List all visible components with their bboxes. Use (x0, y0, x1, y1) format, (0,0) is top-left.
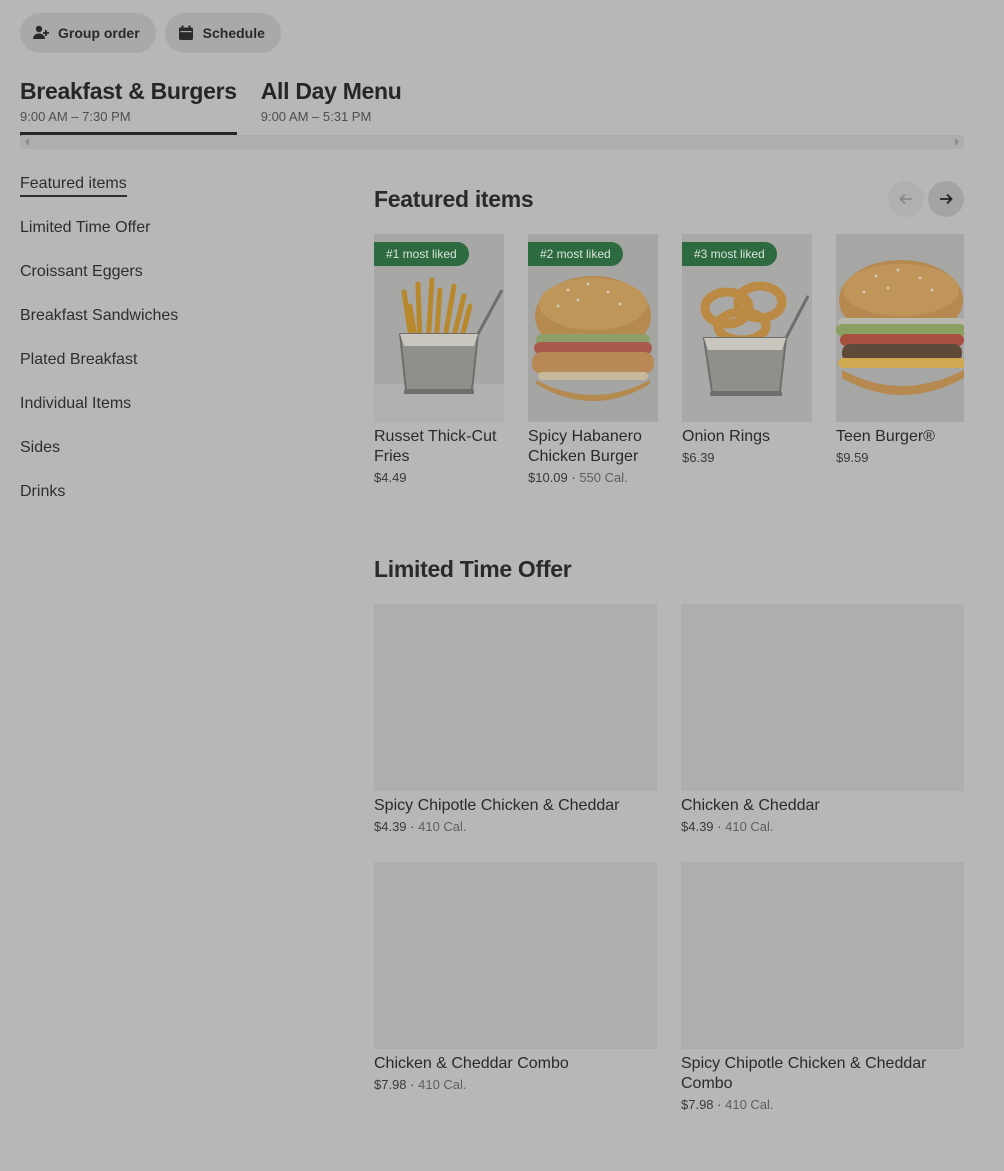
sidebar-item-label: Croissant Eggers (20, 263, 143, 280)
item-price: $7.98 (681, 1097, 714, 1112)
category-sidebar: Featured items Limited Time Offer Croiss… (20, 173, 320, 525)
item-calories: 410 Cal. (725, 1097, 774, 1112)
item-meta: $6.39 (682, 450, 812, 465)
sidebar-item-limited-time-offer[interactable]: Limited Time Offer (20, 217, 320, 261)
carousel-next-button[interactable] (928, 181, 964, 217)
sidebar-item-plated-breakfast[interactable]: Plated Breakfast (20, 349, 320, 393)
onion-rings-basket-image: #3 most liked (682, 234, 812, 422)
item-name: Chicken & Cheddar Combo (374, 1055, 569, 1072)
item-name: Teen Burger® (836, 428, 935, 445)
sidebar-item-label: Sides (20, 439, 61, 456)
sidebar-item-label: Drinks (20, 483, 66, 500)
sidebar-item-label: Breakfast Sandwiches (20, 307, 179, 324)
item-calories: 410 Cal. (418, 1077, 467, 1092)
sidebar-item-individual-items[interactable]: Individual Items (20, 393, 320, 437)
menu-tab-all-day[interactable]: All Day Menu 9:00 AM – 5:31 PM (261, 78, 402, 130)
item-image-placeholder (374, 862, 657, 1049)
featured-item-card[interactable]: #3 most liked Onion Rings $6.39 (682, 234, 812, 494)
item-meta: $7.98 · 410 Cal. (681, 1097, 774, 1112)
item-name: Onion Rings (682, 428, 771, 445)
menu-item-card[interactable]: Chicken & Cheddar $4.39 · 410 Cal. (681, 604, 964, 834)
sidebar-item-breakfast-sandwiches[interactable]: Breakfast Sandwiches (20, 305, 320, 349)
add-person-icon (32, 24, 50, 42)
menu-tab-hours: 9:00 AM – 5:31 PM (260, 109, 372, 124)
scroll-left-arrow-icon[interactable] (25, 138, 29, 146)
arrow-left-icon (899, 193, 912, 205)
item-name: Russet Thick-Cut Fries (374, 428, 497, 465)
schedule-label: Schedule (202, 25, 265, 41)
featured-item-card[interactable]: #2 most liked Spicy Habanero Chicken Bur… (528, 234, 658, 494)
item-calories: 410 Cal. (725, 819, 774, 834)
chicken-burger-image: #2 most liked (528, 234, 658, 422)
item-image-placeholder (374, 604, 657, 791)
item-meta: $7.98 · 410 Cal. (374, 1077, 467, 1092)
menu-tab-name: Breakfast & Burgers (20, 78, 237, 104)
carousel-prev-button[interactable] (888, 181, 924, 217)
item-name: Chicken & Cheddar (681, 797, 820, 814)
menu-item-card[interactable]: Spicy Chipotle Chicken & Cheddar $4.39 ·… (374, 604, 657, 834)
item-name: Spicy Habanero Chicken Burger (528, 428, 642, 465)
menu-tab-name: All Day Menu (260, 78, 402, 104)
item-price: $4.49 (374, 470, 407, 485)
item-price: $4.39 (374, 819, 407, 834)
beef-burger-image (836, 234, 964, 422)
item-image-placeholder (681, 862, 964, 1049)
item-price: $10.09 (528, 470, 568, 485)
item-calories: 550 Cal. (579, 470, 628, 485)
menu-item-card[interactable]: Chicken & Cheddar Combo $7.98 · 410 Cal. (374, 862, 657, 1092)
top-actions: Group order Schedule (20, 13, 281, 53)
sidebar-item-label: Featured items (20, 175, 127, 197)
arrow-right-icon (940, 193, 953, 205)
fries-basket-image: #1 most liked (374, 234, 504, 422)
sidebar-item-label: Plated Breakfast (20, 351, 138, 368)
sidebar-item-croissant-eggers[interactable]: Croissant Eggers (20, 261, 320, 305)
carousel-nav (888, 181, 964, 217)
item-price: $7.98 (374, 1077, 407, 1092)
item-calories: 410 Cal. (418, 819, 467, 834)
sidebar-item-drinks[interactable]: Drinks (20, 481, 320, 525)
menu-tab-breakfast-burgers[interactable]: Breakfast & Burgers 9:00 AM – 7:30 PM (20, 78, 237, 136)
item-meta: $10.09 · 550 Cal. (528, 470, 628, 485)
schedule-button[interactable]: Schedule (164, 13, 281, 53)
featured-item-card[interactable]: #1 most liked Russet Thick-Cut Fries $4.… (374, 234, 504, 494)
group-order-label: Group order (58, 25, 140, 41)
sidebar-item-sides[interactable]: Sides (20, 437, 320, 481)
item-meta: $4.49 (374, 470, 504, 485)
featured-section-title: Featured items (374, 186, 534, 212)
sidebar-item-label: Limited Time Offer (20, 219, 151, 236)
most-liked-badge: #3 most liked (682, 242, 777, 266)
item-name: Spicy Chipotle Chicken & Cheddar (374, 797, 620, 814)
item-price: $9.59 (836, 450, 869, 465)
most-liked-badge: #1 most liked (374, 242, 469, 266)
most-liked-badge: #2 most liked (528, 242, 623, 266)
item-image-placeholder (681, 604, 964, 791)
menu-tabs-scrollbar[interactable] (20, 135, 964, 149)
menu-tabs: Breakfast & Burgers 9:00 AM – 7:30 PM Al… (20, 78, 402, 136)
menu-item-card[interactable]: Spicy Chipotle Chicken & Cheddar Combo $… (681, 862, 964, 1112)
item-meta: $9.59 (836, 450, 964, 465)
menu-tab-hours: 9:00 AM – 7:30 PM (20, 109, 131, 124)
limited-section-title: Limited Time Offer (374, 556, 572, 582)
item-price: $4.39 (681, 819, 714, 834)
item-price: $6.39 (682, 450, 715, 465)
scroll-right-arrow-icon[interactable] (955, 138, 959, 146)
featured-item-card[interactable]: Teen Burger® $9.59 (836, 234, 964, 494)
calendar-icon (177, 24, 195, 42)
item-name: Spicy Chipotle Chicken & Cheddar Combo (681, 1055, 927, 1092)
sidebar-item-label: Individual Items (20, 395, 132, 412)
sidebar-item-featured-items[interactable]: Featured items (20, 173, 320, 217)
group-order-button[interactable]: Group order (20, 13, 156, 53)
item-meta: $4.39 · 410 Cal. (374, 819, 467, 834)
item-meta: $4.39 · 410 Cal. (681, 819, 774, 834)
featured-carousel: #1 most liked Russet Thick-Cut Fries $4.… (374, 234, 964, 494)
